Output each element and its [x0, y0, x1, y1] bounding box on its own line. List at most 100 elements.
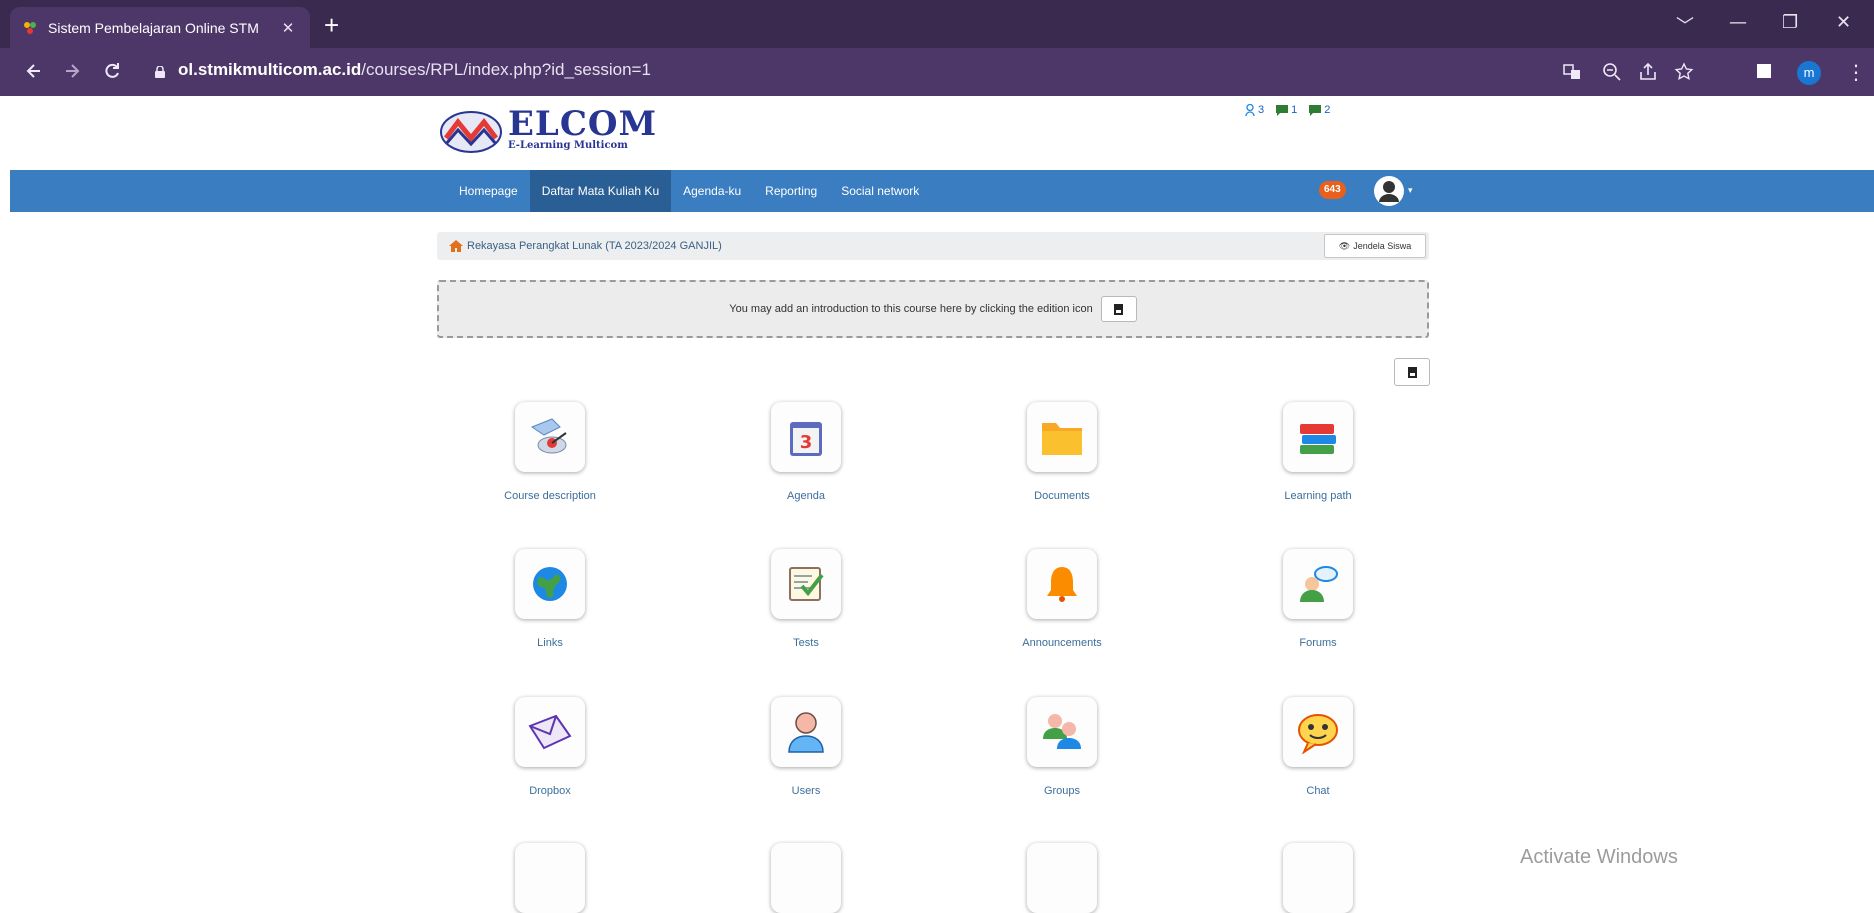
share-icon[interactable]	[1638, 62, 1658, 82]
tool-label[interactable]: Agenda	[706, 490, 906, 502]
tab-close-icon[interactable]: ✕	[278, 19, 298, 37]
lock-icon[interactable]	[155, 66, 165, 78]
tool-tests[interactable]: Tests	[706, 549, 906, 649]
url-field[interactable]: ol.stmikmulticom.ac.id/courses/RPL/index…	[178, 60, 651, 80]
browser-tab[interactable]: Sistem Pembelajaran Online STM ✕	[10, 7, 310, 48]
url-host: ol.stmikmulticom.ac.id	[178, 60, 362, 79]
nav-homepage[interactable]: Homepage	[447, 170, 530, 212]
documents-icon	[1042, 423, 1082, 455]
course-description-icon	[530, 418, 567, 454]
tool-label[interactable]: Forums	[1218, 637, 1418, 649]
groups-icon	[1043, 714, 1081, 749]
report-icon	[1283, 843, 1353, 913]
nav-social-network[interactable]: Social network	[829, 170, 931, 212]
tool-chat[interactable]: Chat	[1218, 697, 1418, 797]
logo-title: ELCOM	[508, 104, 658, 144]
online-stats: 3 1 2	[1245, 104, 1330, 116]
zoom-icon[interactable]	[1602, 62, 1622, 82]
tab-search-icon[interactable]: ﹀	[1676, 12, 1694, 38]
site-favicon-icon	[24, 21, 36, 34]
tool-row4-item1[interactable]	[450, 843, 650, 913]
reload-icon[interactable]	[102, 61, 122, 81]
tool-dropbox[interactable]: Dropbox	[450, 697, 650, 797]
pencil-icon	[515, 843, 585, 913]
tool-label[interactable]: Tests	[706, 637, 906, 649]
user-avatar-icon[interactable]	[1372, 175, 1406, 207]
tool-documents[interactable]: Documents	[962, 402, 1162, 502]
nav-reporting[interactable]: Reporting	[753, 170, 829, 212]
site-logo[interactable]: ELCOM E-Learning Multicom	[438, 104, 658, 156]
tool-label[interactable]: Groups	[962, 785, 1162, 797]
tool-agenda[interactable]: 3 Agenda	[706, 402, 906, 502]
notes-icon	[1027, 843, 1097, 913]
edit-tools-button[interactable]	[1394, 358, 1430, 386]
messages-stat[interactable]: 2	[1309, 104, 1330, 116]
edit-icon	[1114, 303, 1124, 315]
chat-icon	[1298, 714, 1338, 754]
browser-tab-strip: Sistem Pembelajaran Online STM ✕ + ﹀ — ❐…	[0, 0, 1874, 48]
users-icon	[788, 712, 824, 753]
announcements-icon	[1047, 567, 1077, 602]
tests-icon	[789, 567, 824, 601]
tool-row4-item3[interactable]	[962, 843, 1162, 913]
links-icon	[533, 567, 567, 601]
side-panel-icon[interactable]	[1755, 62, 1773, 80]
messages-count: 2	[1324, 104, 1331, 116]
tool-links[interactable]: Links	[450, 549, 650, 649]
student-view-label: Jendela Siswa	[1353, 241, 1412, 251]
tool-row4-item4[interactable]	[1218, 843, 1418, 913]
tool-label[interactable]: Documents	[962, 490, 1162, 502]
online-chats-stat[interactable]: 1	[1276, 104, 1297, 116]
user-menu-caret-icon[interactable]: ▾	[1408, 186, 1413, 196]
edit-icon	[1407, 366, 1417, 378]
translate-icon[interactable]	[1562, 62, 1582, 82]
intro-text: You may add an introduction to this cour…	[729, 303, 1093, 315]
home-icon[interactable]	[449, 240, 463, 252]
tool-learning-path[interactable]: Learning path	[1218, 402, 1418, 502]
minimize-button[interactable]: —	[1729, 12, 1747, 33]
logo-subtitle: E-Learning Multicom	[508, 140, 628, 151]
activate-windows-watermark: Activate Windows	[1520, 846, 1678, 868]
breadcrumb: Rekayasa Perangkat Lunak (TA 2023/2024 G…	[437, 232, 1429, 260]
tool-label[interactable]: Dropbox	[450, 785, 650, 797]
nav-agenda[interactable]: Agenda-ku	[671, 170, 753, 212]
tool-announcements[interactable]: Announcements	[962, 549, 1162, 649]
tool-label[interactable]: Learning path	[1218, 490, 1418, 502]
tool-label[interactable]: Users	[706, 785, 906, 797]
edit-intro-button[interactable]	[1100, 296, 1137, 322]
course-introduction-box: You may add an introduction to this cour…	[437, 280, 1429, 338]
student-view-button[interactable]: 👁 Jendela Siswa	[1324, 234, 1426, 258]
tab-title: Sistem Pembelajaran Online STM	[48, 19, 259, 36]
online-users-count: 3	[1258, 104, 1265, 116]
bookmark-star-icon[interactable]	[1674, 62, 1694, 82]
breadcrumb-course[interactable]: Rekayasa Perangkat Lunak (TA 2023/2024 G…	[467, 240, 722, 252]
url-path: /courses/RPL/index.php?id_session=1	[361, 60, 651, 79]
tool-groups[interactable]: Groups	[962, 697, 1162, 797]
browser-menu-icon[interactable]: ⋮	[1846, 62, 1866, 82]
close-window-button[interactable]: ✕	[1836, 12, 1851, 33]
tool-label[interactable]: Chat	[1218, 785, 1418, 797]
message-bubble-icon	[1309, 104, 1322, 116]
back-arrow-icon[interactable]	[24, 61, 44, 81]
tool-course-description[interactable]: Course description	[450, 402, 650, 502]
tool-forums[interactable]: Forums	[1218, 549, 1418, 649]
forward-arrow-icon[interactable]	[62, 61, 82, 81]
main-navbar: Homepage Daftar Mata Kuliah Ku Agenda-ku…	[10, 170, 1874, 212]
tool-label[interactable]: Course description	[450, 490, 650, 502]
tool-label[interactable]: Announcements	[962, 637, 1162, 649]
svg-text:3: 3	[800, 432, 813, 453]
new-tab-button[interactable]: +	[324, 12, 339, 38]
chat-bubble-icon	[1276, 104, 1289, 116]
online-chats-count: 1	[1291, 104, 1298, 116]
gauge-icon	[771, 843, 841, 913]
tool-label[interactable]: Links	[450, 637, 650, 649]
maximize-button[interactable]: ❐	[1782, 12, 1798, 33]
eye-icon: 👁	[1338, 240, 1351, 251]
logo-emblem-icon	[440, 111, 502, 153]
profile-avatar[interactable]: m	[1797, 61, 1821, 85]
notification-badge[interactable]: 643	[1319, 181, 1346, 199]
tool-row4-item2[interactable]	[706, 843, 906, 913]
online-users-stat[interactable]: 3	[1245, 104, 1264, 116]
nav-daftar-mata-kuliah[interactable]: Daftar Mata Kuliah Ku	[529, 170, 672, 212]
tool-users[interactable]: Users	[706, 697, 906, 797]
